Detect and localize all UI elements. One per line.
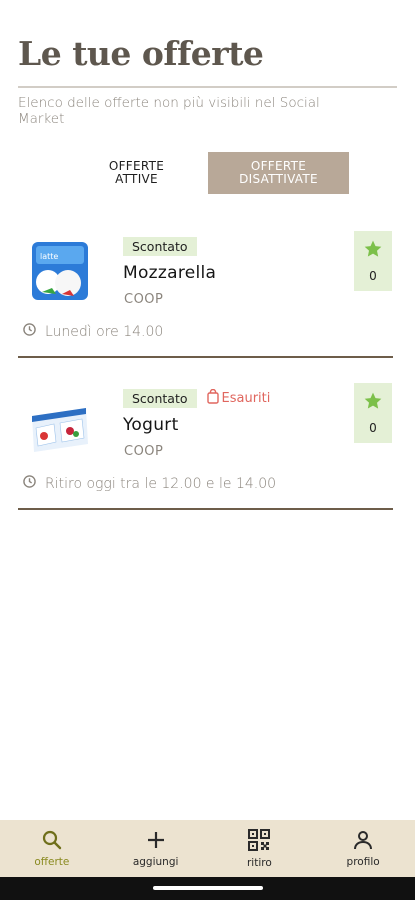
nav-label-offerte: offerte	[34, 855, 70, 868]
plus-icon	[146, 830, 166, 853]
pickup-time: Lunedì ore 14.00	[23, 323, 163, 340]
store-name: COOP	[124, 444, 164, 459]
pickup-time: Ritiro oggi tra le 12.00 e le 14.00	[23, 475, 276, 492]
tab-offerte-attive[interactable]: OFFERTE ATTIVE	[66, 152, 207, 194]
sold-out-status: Esauriti	[206, 388, 271, 408]
nav-item-aggiungi[interactable]: aggiungi	[104, 820, 208, 877]
offer-badges: Scontato Esauriti	[123, 388, 271, 408]
favorite-count: 0	[369, 421, 377, 435]
svg-text:latte: latte	[40, 252, 58, 261]
home-indicator[interactable]	[153, 886, 263, 890]
star-icon	[363, 391, 383, 415]
product-image-mozzarella: latte	[26, 234, 92, 306]
qr-code-icon	[248, 828, 271, 854]
sold-out-label: Esauriti	[221, 391, 271, 406]
user-icon	[353, 830, 373, 853]
shopping-bag-icon	[206, 388, 219, 408]
discount-badge: Scontato	[123, 237, 197, 256]
clock-icon	[23, 323, 36, 340]
favorite-button[interactable]: 0	[354, 383, 392, 443]
favorite-count: 0	[369, 269, 377, 283]
page-title: Le tue offerte	[18, 34, 264, 73]
nav-item-ritiro[interactable]: ritiro	[208, 820, 312, 877]
store-name: COOP	[124, 292, 164, 307]
favorite-button[interactable]: 0	[354, 231, 392, 291]
nav-label-ritiro: ritiro	[246, 856, 272, 869]
nav-item-profilo[interactable]: profilo	[311, 820, 415, 877]
title-divider	[18, 86, 397, 88]
page-subtitle: Elenco delle offerte non più visibili ne…	[18, 95, 320, 127]
offer-badges: Scontato	[123, 237, 197, 256]
offer-card[interactable]: latte Scontato Mozzarella COOP 0 Lunedì …	[18, 222, 393, 358]
pickup-time-text: Ritiro oggi tra le 12.00 e le 14.00	[45, 475, 277, 492]
pickup-time-text: Lunedì ore 14.00	[45, 323, 164, 340]
offer-card[interactable]: Scontato Esauriti Yogurt COOP 0 Ritiro o…	[18, 374, 393, 510]
discount-badge: Scontato	[123, 389, 197, 408]
product-image-yogurt	[26, 386, 92, 458]
nav-item-offerte[interactable]: offerte	[0, 820, 104, 877]
nav-label-profilo: profilo	[346, 855, 380, 868]
search-icon	[42, 830, 62, 853]
tab-offerte-disattivate-label: OFFERTE DISATTIVATE	[239, 159, 318, 186]
product-name: Mozzarella	[123, 263, 217, 283]
tab-offerte-disattivate[interactable]: OFFERTE DISATTIVATE	[208, 152, 349, 194]
star-icon	[363, 239, 383, 263]
bottom-navigation: offerte aggiungi ritiro profilo	[0, 820, 415, 877]
nav-label-aggiungi: aggiungi	[132, 855, 179, 868]
tab-offerte-attive-label: OFFERTE ATTIVE	[108, 159, 165, 186]
clock-icon	[23, 475, 36, 492]
product-name: Yogurt	[123, 415, 179, 435]
